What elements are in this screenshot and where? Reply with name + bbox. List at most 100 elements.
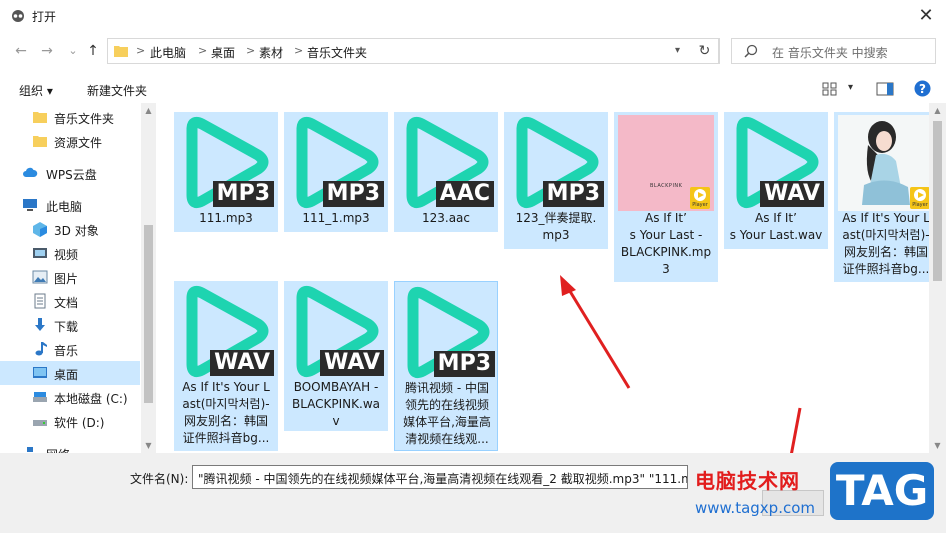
sidebar-item-label: WPS云盘 [46, 168, 97, 182]
sidebar-item-drive-d[interactable]: 软件 (D:) [0, 409, 140, 433]
breadcrumb-music-folder[interactable]: 音乐文件夹 [307, 44, 367, 61]
navigation-pane: 音乐文件夹 资源文件 WPS云盘 此电脑 3D 对象 视频 图片 文档 下载 音… [0, 103, 156, 453]
file-name: 111.mp3 [199, 211, 253, 225]
back-button[interactable]: ← [12, 42, 30, 60]
watermark-url: www.tagxp.com [695, 499, 815, 517]
video-icon [33, 248, 47, 258]
address-dropdown-icon[interactable]: ▾ [675, 45, 680, 56]
sidebar-item-downloads[interactable]: 下载 [0, 313, 140, 337]
breadcrumb-this-pc[interactable]: 此电脑 [150, 44, 186, 61]
sidebar-item-desktop[interactable]: 桌面 [0, 361, 140, 385]
navigation-bar: ← → ⌄ ↑ > 此电脑 > 桌面 > 素材 > 音乐文件夹 ▾ ↻ 在 音乐… [0, 32, 946, 72]
folder-icon [114, 46, 128, 57]
sidebar-item-label: 下载 [54, 320, 79, 334]
format-badge: MP3 [542, 181, 604, 207]
file-thumbnail: BLACKPINK Player [618, 115, 714, 211]
sidebar-item-pictures[interactable]: 图片 [0, 265, 140, 289]
breadcrumb-material[interactable]: 素材 [259, 44, 283, 61]
search-placeholder: 在 音乐文件夹 中搜索 [772, 46, 888, 60]
filename-input[interactable]: "腾讯视频 - 中国领先的在线视频媒体平台,海量高清视频在线观看_2 截取视频.… [192, 465, 688, 489]
album-cover-text: BLACKPINK [650, 183, 683, 189]
view-options-icon[interactable] [822, 82, 838, 96]
sidebar-scrollbar[interactable]: ▲ ▼ [141, 103, 156, 453]
file-thumbnail: AAC [398, 115, 494, 211]
sidebar-item-label: 本地磁盘 (C:) [54, 392, 128, 406]
breadcrumb-separator: > [198, 44, 208, 57]
sidebar-item-label: 软件 (D:) [54, 416, 105, 430]
sidebar-item-documents[interactable]: 文档 [0, 289, 140, 313]
search-icon [744, 44, 758, 58]
drive-icon [33, 392, 47, 402]
scroll-up-icon[interactable]: ▲ [929, 106, 946, 115]
file-item[interactable]: AAC 123.aac [394, 112, 498, 232]
up-button[interactable]: ↑ [84, 42, 102, 60]
folder-icon [33, 112, 47, 123]
format-badge: MP3 [322, 181, 384, 207]
sidebar-item-videos[interactable]: 视频 [0, 241, 140, 265]
file-item[interactable]: Player As If It's Your L ast(마지막처럼)- 网友别名… [834, 112, 938, 282]
sidebar-item-3d-objects[interactable]: 3D 对象 [0, 217, 140, 241]
file-thumbnail: WAV [728, 115, 824, 211]
scroll-up-icon[interactable]: ▲ [141, 106, 156, 115]
sidebar-item-label: 3D 对象 [54, 224, 99, 238]
scrollbar-thumb[interactable] [933, 121, 942, 281]
player-badge-label: Player [692, 202, 708, 208]
breadcrumb-desktop[interactable]: 桌面 [211, 44, 235, 61]
file-item[interactable]: WAV As If It’ s Your Last.wav [724, 112, 828, 249]
document-icon [34, 293, 46, 309]
title-bar: 打开 ✕ [0, 0, 946, 32]
computer-icon [23, 199, 37, 211]
network-icon [27, 447, 33, 452]
forward-button[interactable]: → [38, 42, 56, 60]
format-badge: WAV [320, 350, 384, 376]
organize-menu[interactable]: 组织 ▾ [19, 82, 53, 99]
sidebar-item-label: 资源文件 [54, 136, 103, 150]
file-list-view: MP3 111.mp3 MP3 111_1.mp3 AAC 123.aac MP3 123_伴… [156, 103, 946, 453]
file-item[interactable]: MP3 123_伴奏提取. mp3 [504, 112, 608, 249]
file-item[interactable]: MP3 腾讯视频 - 中国 领先的在线视频 媒体平台,海量高 清视频在线观... [394, 281, 498, 451]
sidebar-item-wps-cloud[interactable]: WPS云盘 [0, 161, 140, 185]
recent-dropdown-button[interactable]: ⌄ [64, 42, 82, 60]
close-button[interactable]: ✕ [914, 4, 938, 28]
file-thumbnail: MP3 [508, 115, 604, 211]
address-bar[interactable]: > 此电脑 > 桌面 > 素材 > 音乐文件夹 ▾ [107, 38, 719, 64]
preview-pane-icon[interactable] [876, 81, 894, 97]
watermark-logo: TAG [830, 462, 934, 520]
sidebar-item-resources[interactable]: 资源文件 [0, 129, 140, 153]
sidebar-item-drive-c[interactable]: 本地磁盘 (C:) [0, 385, 140, 409]
file-thumbnail: MP3 [288, 115, 384, 211]
search-box[interactable]: 在 音乐文件夹 中搜索 [731, 38, 936, 64]
file-name: 腾讯视频 - 中国 领先的在线视频 媒体平台,海量高 清视频在线观... [403, 381, 491, 446]
file-name: As If It’ s Your Last.wav [729, 211, 823, 242]
file-name: As If It’ s Your Last - BLACKPINK.mp 3 [620, 211, 712, 276]
filename-label: 文件名(N): [130, 472, 189, 486]
scroll-down-icon[interactable]: ▼ [141, 441, 156, 450]
breadcrumb-separator: > [136, 44, 146, 57]
file-name: As If It's Your L ast(마지막처럼)- 网友别名：韩国 证件… [182, 380, 270, 445]
sidebar-item-label: 网络 [46, 446, 70, 453]
sidebar-item-network[interactable]: 网络 [0, 441, 140, 453]
scroll-down-icon[interactable]: ▼ [929, 441, 946, 450]
music-icon [35, 342, 47, 356]
file-item[interactable]: WAV As If It's Your L ast(마지막처럼)- 网友别名：韩国… [174, 281, 278, 451]
file-thumbnail: MP3 [399, 285, 495, 381]
new-folder-button[interactable]: 新建文件夹 [87, 82, 147, 99]
sidebar-item-music-folder[interactable]: 音乐文件夹 [0, 105, 140, 129]
breadcrumb-separator: > [246, 44, 256, 57]
help-icon[interactable]: ? [914, 80, 931, 97]
file-item[interactable]: BLACKPINK Player As If It’ s Your Last - B… [614, 112, 718, 282]
sidebar-item-music[interactable]: 音乐 [0, 337, 140, 361]
sidebar-item-label: 视频 [54, 248, 79, 262]
content-scrollbar[interactable]: ▲ ▼ [929, 103, 946, 453]
scrollbar-thumb[interactable] [144, 225, 153, 403]
player-badge-icon: Player [690, 187, 710, 209]
file-name: As If It's Your L ast(마지막처럼)- 网友别名：韩国 证件… [842, 211, 930, 276]
file-item[interactable]: WAV BOOMBAYAH - BLACKPINK.wa v [284, 281, 388, 431]
sidebar-item-this-pc[interactable]: 此电脑 [0, 193, 140, 217]
sidebar-item-label: 音乐 [54, 344, 79, 358]
view-dropdown-icon[interactable]: ▾ [848, 82, 853, 93]
refresh-button[interactable]: ↻ [690, 38, 720, 64]
file-item[interactable]: MP3 111.mp3 [174, 112, 278, 232]
sidebar-item-label: 图片 [54, 272, 79, 286]
file-item[interactable]: MP3 111_1.mp3 [284, 112, 388, 232]
